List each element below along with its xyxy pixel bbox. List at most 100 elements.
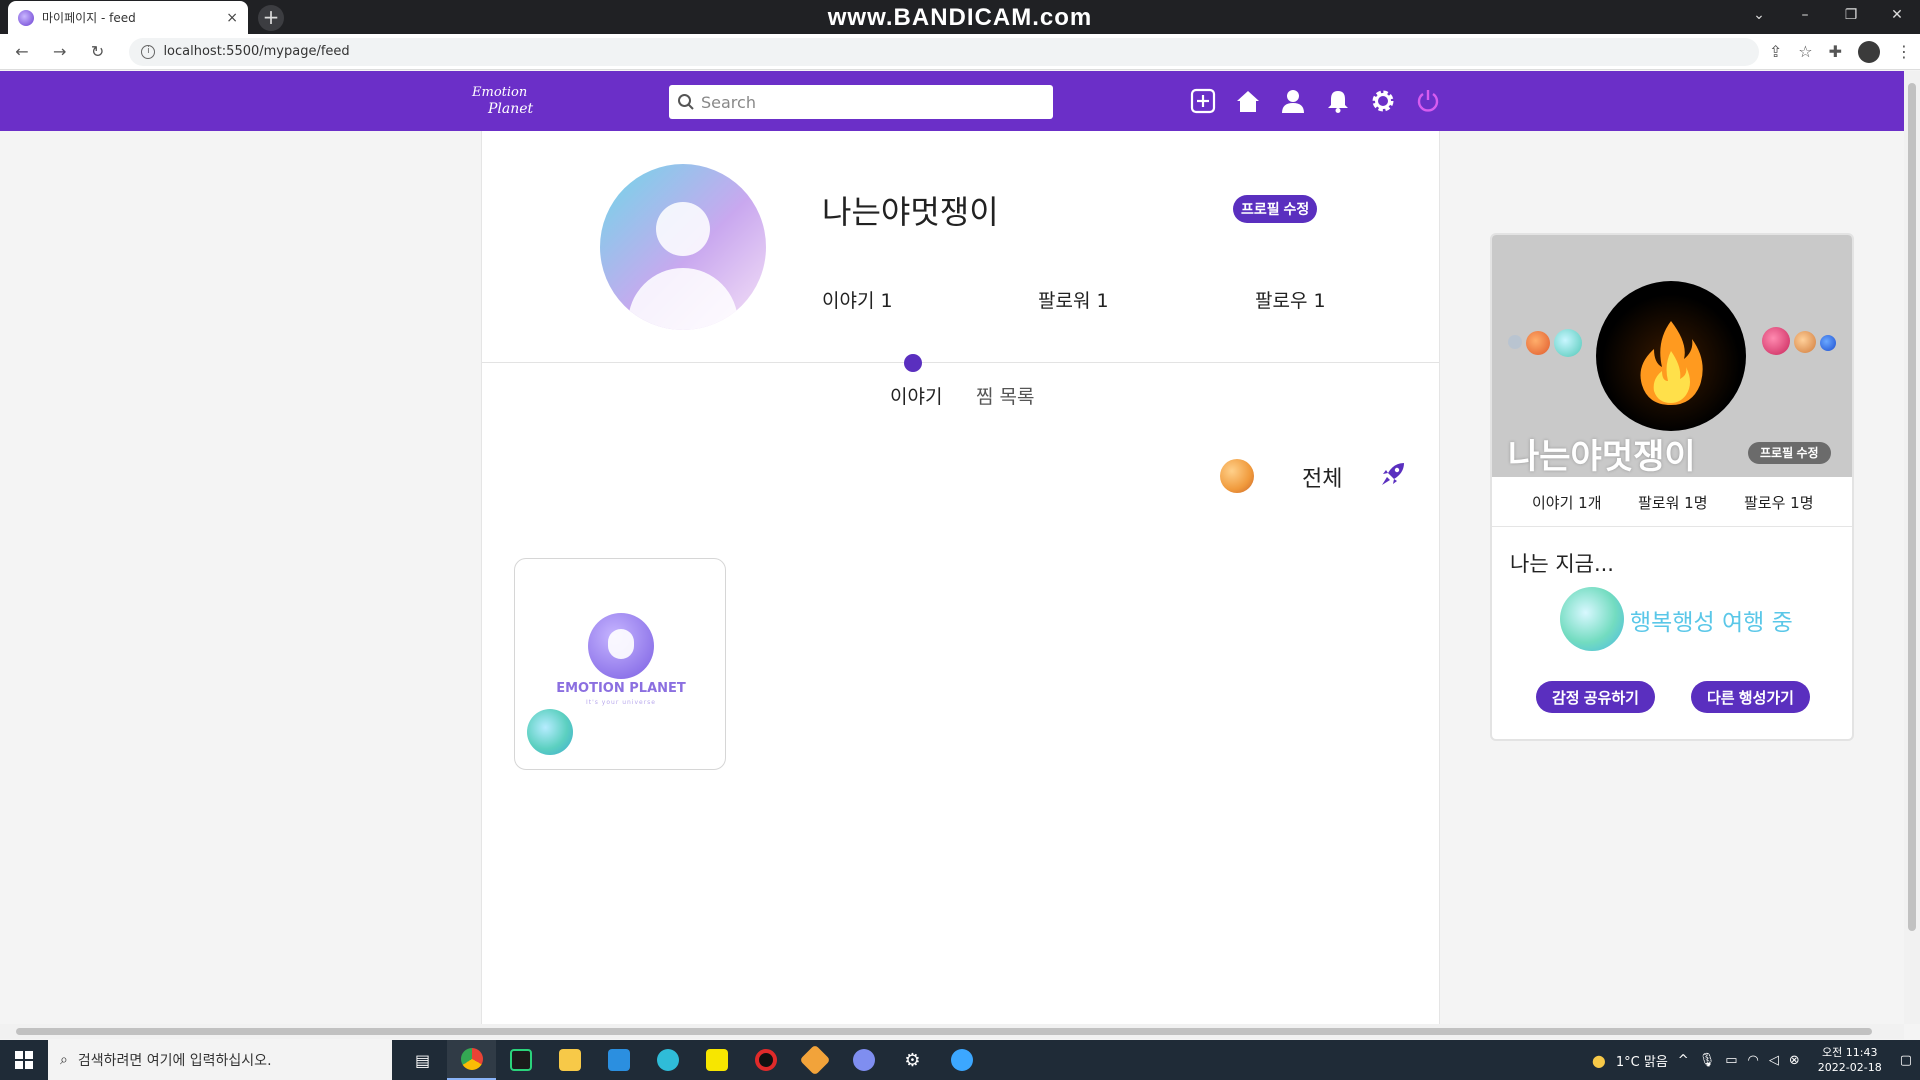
- wifi-icon[interactable]: ◠: [1748, 1053, 1759, 1068]
- browser-profile-avatar[interactable]: [1858, 40, 1880, 63]
- tab-saved-list[interactable]: 찜 목록: [976, 382, 1034, 409]
- back-icon[interactable]: ←: [8, 42, 36, 61]
- bandicam-record-icon[interactable]: [741, 1040, 790, 1080]
- forward-icon[interactable]: →: [46, 42, 74, 61]
- tab-close-icon[interactable]: ×: [226, 10, 238, 26]
- followers-count[interactable]: 팔로워 1: [1038, 286, 1109, 313]
- weather-text[interactable]: 1°C 맑음: [1616, 1051, 1668, 1070]
- astronaut-icon: [588, 613, 654, 679]
- bell-icon[interactable]: [1322, 85, 1354, 117]
- kakaotalk-app-icon[interactable]: [692, 1040, 741, 1080]
- planet-filter-icon[interactable]: [1220, 459, 1254, 493]
- add-post-icon[interactable]: [1187, 85, 1219, 117]
- volume-icon[interactable]: ◁: [1769, 1053, 1779, 1068]
- rocket-icon[interactable]: [1380, 461, 1406, 491]
- minimize-icon[interactable]: –: [1782, 0, 1828, 30]
- tab-favicon-icon: [18, 9, 34, 26]
- vscode-app-icon[interactable]: [594, 1040, 643, 1080]
- post-brand-text: EMOTION PLANET: [556, 681, 686, 696]
- git-app-icon[interactable]: [790, 1040, 839, 1080]
- feed-panel: 나는야멋쟁이 프로필 수정 이야기 1 팔로워 1 팔로우 1 이야기 찜 목록…: [481, 131, 1440, 1024]
- profile-username: 나는야멋쟁이: [822, 193, 999, 231]
- side-followers-count[interactable]: 팔로워 1명: [1638, 492, 1708, 513]
- system-tray: ● 1°C 맑음 ^ 🎙 ▭ ◠ ◁ ⊗ 오전 11:43 2022-02-18…: [1592, 1045, 1920, 1075]
- share-icon[interactable]: ⇪: [1769, 42, 1782, 61]
- logo-line-1: Emotion: [472, 85, 528, 100]
- bookmark-star-icon[interactable]: ☆: [1798, 42, 1812, 61]
- vertical-scroll-thumb[interactable]: [1908, 83, 1916, 931]
- url-text: localhost:5500/mypage/feed: [163, 44, 350, 59]
- side-following-count[interactable]: 팔로우 1명: [1744, 492, 1814, 513]
- weather-sun-icon[interactable]: ●: [1592, 1051, 1606, 1070]
- chrome-app-icon[interactable]: [447, 1040, 496, 1080]
- close-window-icon[interactable]: ✕: [1874, 0, 1920, 30]
- side-stories-count[interactable]: 이야기 1개: [1532, 492, 1602, 513]
- blue-planet-icon: [1820, 335, 1836, 351]
- now-label: 나는 지금...: [1510, 552, 1614, 576]
- app-icon-6[interactable]: [643, 1040, 692, 1080]
- tab-search-icon[interactable]: ⌄: [1736, 0, 1782, 30]
- share-emotion-button[interactable]: 감정 공유하기: [1536, 681, 1655, 713]
- power-icon[interactable]: [1412, 85, 1444, 117]
- battery-icon[interactable]: ▭: [1725, 1053, 1737, 1068]
- recording-watermark: www.BANDICAM.com: [827, 4, 1093, 31]
- taskbar-clock[interactable]: 오전 11:43 2022-02-18: [1810, 1045, 1890, 1075]
- settings-app-icon[interactable]: ⚙: [888, 1040, 937, 1080]
- logo-line-2: Planet: [488, 101, 534, 117]
- horizontal-scroll-thumb[interactable]: [16, 1028, 1872, 1035]
- happy-planet-icon: [1560, 587, 1624, 651]
- search-icon: [678, 94, 694, 110]
- home-icon[interactable]: [1232, 85, 1264, 117]
- microphone-icon[interactable]: 🎙: [1699, 1053, 1716, 1068]
- reload-icon[interactable]: ↻: [84, 42, 112, 61]
- side-username: 나는야멋쟁이: [1508, 437, 1696, 477]
- fire-planet-icon: [1596, 281, 1746, 431]
- post-card[interactable]: EMOTION PLANET It's your universe: [514, 558, 726, 770]
- windows-start-icon[interactable]: [0, 1040, 48, 1080]
- new-tab-button[interactable]: +: [258, 5, 284, 31]
- pink-planet-icon: [1762, 327, 1790, 355]
- current-planet-status: 행복행성 여행 중: [1630, 610, 1793, 636]
- file-explorer-icon[interactable]: [545, 1040, 594, 1080]
- other-planet-button[interactable]: 다른 행성가기: [1691, 681, 1810, 713]
- app-header: Emotion Planet: [0, 71, 1904, 131]
- gear-icon[interactable]: [1367, 85, 1399, 117]
- gray-planet-icon: [1508, 335, 1522, 349]
- address-bar[interactable]: i localhost:5500/mypage/feed: [129, 37, 1759, 66]
- tray-expand-icon[interactable]: ^: [1678, 1053, 1689, 1068]
- browser-tab[interactable]: 마이페이지 - feed ×: [8, 1, 248, 34]
- taskbar-search[interactable]: ⌕ 검색하려면 여기에 입력하십시오.: [48, 1040, 392, 1080]
- vertical-scrollbar[interactable]: [1904, 71, 1920, 1024]
- side-edit-profile-button[interactable]: 프로필 수정: [1748, 442, 1831, 464]
- windows-taskbar: ⌕ 검색하려면 여기에 입력하십시오. ▤ ⚙ ● 1°C 맑음 ^ 🎙 ▭ ◠…: [0, 1040, 1920, 1080]
- taskbar-search-placeholder: 검색하려면 여기에 입력하십시오.: [77, 1053, 272, 1069]
- search-input[interactable]: [701, 92, 1041, 112]
- status-icon[interactable]: ⊗: [1789, 1053, 1800, 1068]
- filter-all-label[interactable]: 전체: [1302, 461, 1342, 493]
- horizontal-scrollbar[interactable]: [0, 1024, 1904, 1039]
- profile-avatar[interactable]: [600, 164, 766, 330]
- browser-toolbar: ← → ↻ i localhost:5500/mypage/feed ⇪ ☆ ✚…: [0, 34, 1920, 70]
- restore-icon[interactable]: ❐: [1828, 0, 1874, 30]
- clock-time: 오전 11:43: [1822, 1046, 1878, 1059]
- app-logo[interactable]: Emotion Planet: [472, 85, 533, 117]
- active-tab-indicator: [904, 354, 922, 372]
- fire-icon: [1640, 321, 1703, 405]
- task-view-icon[interactable]: ▤: [398, 1040, 447, 1080]
- browser-menu-icon[interactable]: ⋮: [1896, 42, 1912, 61]
- side-divider: [1492, 526, 1852, 527]
- site-info-icon[interactable]: i: [141, 44, 156, 59]
- discord-app-icon[interactable]: [839, 1040, 888, 1080]
- app-icon-12[interactable]: [937, 1040, 986, 1080]
- pycharm-app-icon[interactable]: [496, 1040, 545, 1080]
- orange-planet-icon: [1526, 331, 1550, 355]
- taskbar-search-icon: ⌕: [60, 1052, 68, 1068]
- tab-stories[interactable]: 이야기: [890, 382, 942, 409]
- stories-count[interactable]: 이야기 1: [822, 286, 893, 313]
- extensions-icon[interactable]: ✚: [1829, 42, 1842, 61]
- edit-profile-button[interactable]: 프로필 수정: [1233, 195, 1318, 223]
- tan-planet-icon: [1794, 331, 1816, 353]
- following-count[interactable]: 팔로우 1: [1255, 286, 1326, 313]
- notification-icon[interactable]: ▢: [1900, 1053, 1912, 1068]
- user-icon[interactable]: [1277, 85, 1309, 117]
